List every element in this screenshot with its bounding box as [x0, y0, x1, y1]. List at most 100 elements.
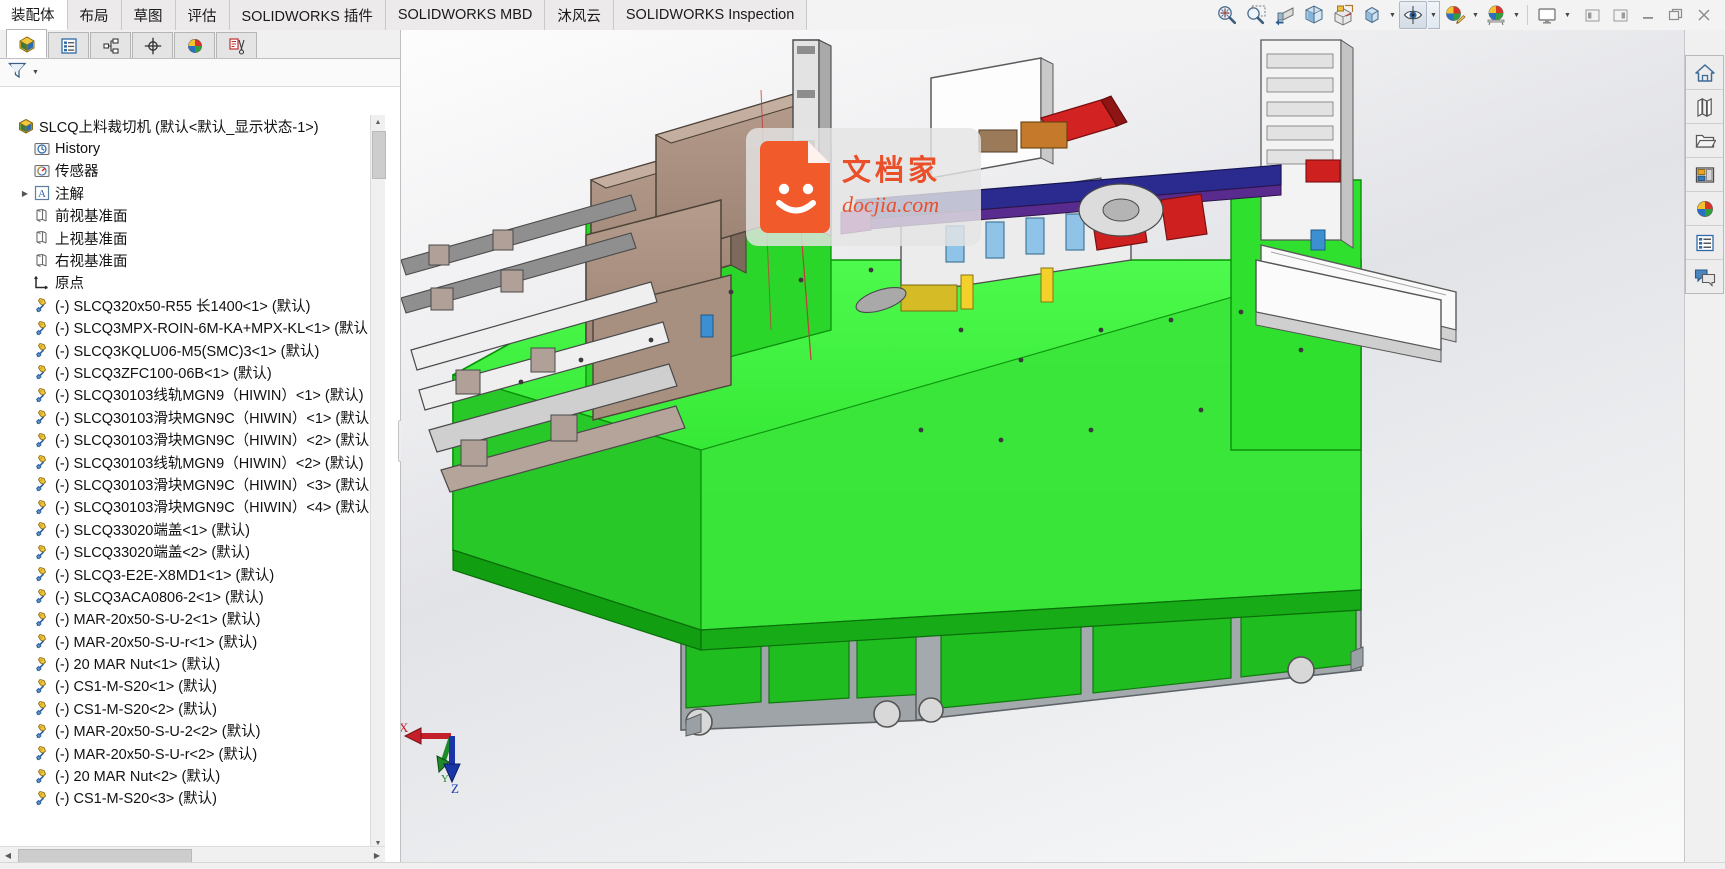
close-button[interactable] — [1691, 3, 1717, 27]
feature-tree[interactable]: SLCQ上料裁切机 (默认<默认_显示状态-1>) History 传感器 ▶ A 注解前… — [0, 115, 385, 850]
tree-item[interactable]: (-) SLCQ33020端盖<2> (默认) — [0, 540, 385, 562]
tab-mufengyun[interactable]: 沐风云 — [545, 0, 614, 30]
appearances-scenes-icon[interactable] — [1686, 192, 1723, 226]
tree-item[interactable]: (-) SLCQ30103滑块MGN9C（HIWIN）<2> (默认 — [0, 428, 385, 450]
cam-manager-tab[interactable] — [216, 32, 257, 58]
view-settings-caret[interactable]: ▼ — [1562, 2, 1573, 28]
tab-evaluate[interactable]: 评估 — [175, 0, 230, 30]
tree-item[interactable]: (-) 20 MAR Nut<2> (默认) — [0, 764, 385, 786]
zoom-to-fit-icon[interactable] — [1213, 1, 1241, 29]
tree-item[interactable]: (-) MAR-20x50-S-U-2<2> (默认) — [0, 720, 385, 742]
custom-properties-icon[interactable] — [1686, 226, 1723, 260]
tree-item[interactable]: (-) SLCQ320x50-R55 长1400<1> (默认) — [0, 294, 385, 316]
tree-vscroll-thumb[interactable] — [372, 131, 386, 179]
tab-assembly[interactable]: 装配体 — [0, 0, 68, 30]
tree-item[interactable]: (-) SLCQ30103线轨MGN9（HIWIN）<2> (默认) — [0, 451, 385, 473]
tree-item[interactable]: 原点 — [0, 272, 385, 294]
section-view-icon[interactable] — [1300, 1, 1328, 29]
restore-button[interactable] — [1663, 3, 1689, 27]
history-icon — [32, 139, 52, 159]
plane-icon — [32, 206, 52, 226]
display-style-icon[interactable] — [1358, 1, 1386, 29]
tab-solidworks-addins[interactable]: SOLIDWORKS 插件 — [229, 0, 386, 30]
tree-item[interactable]: (-) 20 MAR Nut<1> (默认) — [0, 652, 385, 674]
solidworks-window: 装配体 布局 草图 评估 SOLIDWORKS 插件 SOLIDWORKS MB… — [0, 0, 1725, 869]
tree-item[interactable]: (-) MAR-20x50-S-U-2<1> (默认) — [0, 608, 385, 630]
file-explorer-icon[interactable] — [1686, 124, 1723, 158]
graphics-viewport[interactable]: 文档家 docjia.com X Y Z — [401, 30, 1685, 869]
view-palette-icon[interactable] — [1686, 158, 1723, 192]
tree-item[interactable]: (-) SLCQ30103滑块MGN9C（HIWIN）<1> (默认 — [0, 406, 385, 428]
tree-item[interactable]: 上视基准面 — [0, 227, 385, 249]
tree-item[interactable]: (-) SLCQ30103滑块MGN9C（HIWIN）<3> (默认 — [0, 473, 385, 495]
design-library-icon[interactable] — [1686, 90, 1723, 124]
tab-sketch[interactable]: 草图 — [121, 0, 176, 30]
dimxpert-manager-tab[interactable] — [132, 32, 173, 58]
feature-tree-tab[interactable] — [6, 29, 47, 58]
tree-item[interactable]: History — [0, 137, 385, 159]
hide-show-items-icon[interactable] — [1399, 1, 1427, 29]
tree-item[interactable]: (-) SLCQ30103滑块MGN9C（HIWIN）<4> (默认 — [0, 496, 385, 518]
tree-item[interactable]: (-) CS1-M-S20<1> (默认) — [0, 675, 385, 697]
edit-appearance-icon[interactable] — [1441, 1, 1469, 29]
previous-view-icon[interactable] — [1271, 1, 1299, 29]
filter-caret-icon[interactable]: ▼ — [30, 63, 41, 83]
tree-item[interactable]: (-) CS1-M-S20<3> (默认) — [0, 787, 385, 809]
scroll-up-icon[interactable]: ▲ — [371, 115, 385, 129]
sw-forum-icon[interactable] — [1686, 260, 1723, 293]
apply-scene-icon[interactable] — [1482, 1, 1510, 29]
part-icon — [32, 609, 52, 629]
minimize-button[interactable] — [1635, 3, 1661, 27]
scroll-left-icon[interactable]: ◀ — [0, 847, 16, 863]
configuration-manager-tab[interactable] — [90, 32, 131, 58]
tree-item[interactable]: 前视基准面 — [0, 205, 385, 227]
edit-appearance-caret[interactable]: ▼ — [1470, 2, 1481, 28]
hide-show-items-caret[interactable]: ▼ — [1428, 1, 1440, 29]
tree-item[interactable]: (-) SLCQ3ZFC100-06B<1> (默认) — [0, 361, 385, 383]
view-settings-icon[interactable] — [1533, 1, 1561, 29]
tree-item[interactable]: (-) SLCQ33020端盖<1> (默认) — [0, 518, 385, 540]
axis-triad: X Y Z — [401, 714, 485, 796]
tree-item[interactable]: 传感器 — [0, 160, 385, 182]
tree-item[interactable]: SLCQ上料裁切机 (默认<默认_显示状态-1>) — [0, 115, 385, 137]
tree-hscroll-thumb[interactable] — [18, 849, 192, 863]
view-orientation-icon[interactable] — [1329, 1, 1357, 29]
tree-item[interactable]: (-) CS1-M-S20<2> (默认) — [0, 697, 385, 719]
tree-item[interactable]: (-) SLCQ3-E2E-X8MD1<1> (默认) — [0, 563, 385, 585]
restore-right-icon[interactable] — [1607, 3, 1633, 27]
scroll-right-icon[interactable]: ▶ — [369, 847, 385, 863]
filter-icon[interactable] — [7, 60, 28, 86]
zoom-to-area-icon[interactable] — [1242, 1, 1270, 29]
restore-left-icon[interactable] — [1579, 3, 1605, 27]
axis-z-label: Z — [451, 781, 459, 794]
tab-solidworks-mbd[interactable]: SOLIDWORKS MBD — [385, 0, 546, 30]
tab-label: SOLIDWORKS 插件 — [241, 8, 373, 25]
tree-item[interactable]: (-) SLCQ30103线轨MGN9（HIWIN）<1> (默认) — [0, 384, 385, 406]
tab-solidworks-inspection[interactable]: SOLIDWORKS Inspection — [613, 0, 808, 30]
sensors-icon — [32, 161, 52, 181]
tree-item[interactable]: ▶ A 注解 — [0, 182, 385, 204]
display-style-caret[interactable]: ▼ — [1387, 2, 1398, 28]
display-manager-tab[interactable] — [174, 32, 215, 58]
tree-item-label: 传感器 — [55, 164, 99, 181]
tree-horizontal-scrollbar[interactable]: ◀ ▶ — [0, 846, 385, 863]
tree-item-label: (-) SLCQ3KQLU06-M5(SMC)3<1> (默认) — [55, 343, 320, 360]
tree-item[interactable]: (-) MAR-20x50-S-U-r<1> (默认) — [0, 630, 385, 652]
origin-icon — [32, 273, 52, 293]
tree-item[interactable]: (-) SLCQ3KQLU06-M5(SMC)3<1> (默认) — [0, 339, 385, 361]
tab-layout[interactable]: 布局 — [67, 0, 122, 30]
tree-item[interactable]: 右视基准面 — [0, 249, 385, 271]
expand-arrow-icon[interactable]: ▶ — [18, 182, 32, 204]
sw-resources-icon[interactable] — [1686, 56, 1723, 90]
tree-vertical-scrollbar[interactable]: ▲ ▼ — [370, 115, 386, 850]
tree-item[interactable]: (-) SLCQ3ACA0806-2<1> (默认) — [0, 585, 385, 607]
tree-item[interactable]: (-) SLCQ3MPX-ROIN-6M-KA+MPX-KL<1> (默认 — [0, 317, 385, 339]
part-icon — [32, 430, 52, 450]
tree-item-label: (-) SLCQ3MPX-ROIN-6M-KA+MPX-KL<1> (默认 — [55, 321, 369, 338]
property-manager-tab[interactable] — [48, 32, 89, 58]
apply-scene-caret[interactable]: ▼ — [1511, 2, 1522, 28]
tree-item[interactable]: (-) MAR-20x50-S-U-r<2> (默认) — [0, 742, 385, 764]
